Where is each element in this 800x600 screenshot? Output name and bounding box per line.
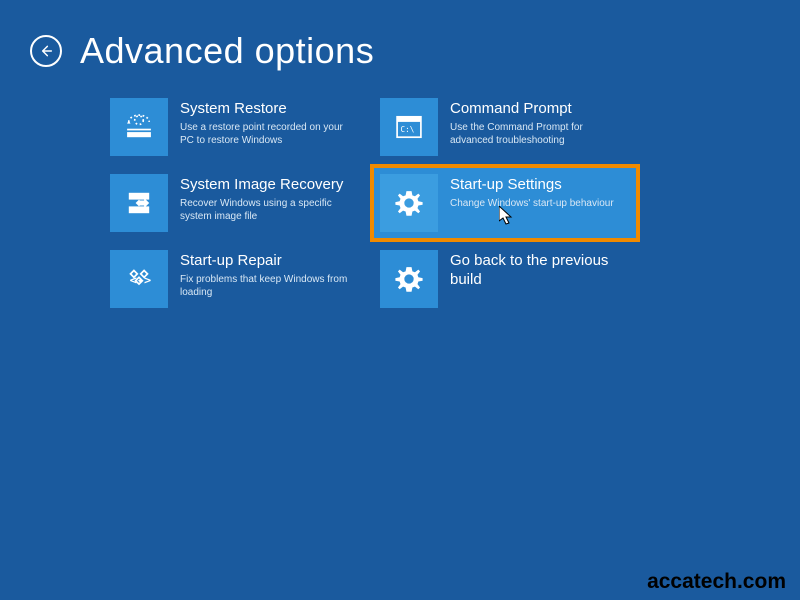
tile-text: System Image Recovery Recover Windows us… xyxy=(180,174,355,238)
startup-settings-icon xyxy=(380,174,438,232)
page-title: Advanced options xyxy=(80,30,374,72)
tile-system-image-recovery[interactable]: System Image Recovery Recover Windows us… xyxy=(110,174,360,238)
back-arrow-icon xyxy=(38,43,54,59)
tile-title: Start-up Settings xyxy=(450,176,614,195)
tile-text: Command Prompt Use the Command Prompt fo… xyxy=(450,98,625,162)
tile-go-back[interactable]: Go back to the previous build xyxy=(380,250,630,314)
tile-text: Start-up Settings Change Windows' start-… xyxy=(450,174,614,232)
go-back-icon xyxy=(380,250,438,308)
startup-repair-icon: <✦> xyxy=(110,250,168,308)
system-restore-icon xyxy=(110,98,168,156)
command-prompt-icon: C:\ xyxy=(380,98,438,156)
tile-title: System Restore xyxy=(180,100,355,119)
watermark: accatech.com xyxy=(647,570,786,594)
header: Advanced options xyxy=(0,0,800,72)
tile-system-restore[interactable]: System Restore Use a restore point recor… xyxy=(110,98,360,162)
tile-text: Go back to the previous build xyxy=(450,250,630,314)
tile-title: System Image Recovery xyxy=(180,176,355,195)
tile-text: Start-up Repair Fix problems that keep W… xyxy=(180,250,355,314)
options-grid: System Restore Use a restore point recor… xyxy=(0,72,800,314)
tile-desc: Use the Command Prompt for advanced trou… xyxy=(450,121,625,147)
tile-command-prompt[interactable]: C:\ Command Prompt Use the Command Promp… xyxy=(380,98,630,162)
svg-text:C:\: C:\ xyxy=(401,125,415,134)
svg-text:<✦>: <✦> xyxy=(130,273,151,287)
tile-title: Go back to the previous build xyxy=(450,252,630,290)
back-button[interactable] xyxy=(30,35,62,67)
tile-title: Start-up Repair xyxy=(180,252,355,271)
tile-text: System Restore Use a restore point recor… xyxy=(180,98,355,162)
tile-desc: Use a restore point recorded on your PC … xyxy=(180,121,355,147)
tile-desc: Recover Windows using a specific system … xyxy=(180,197,355,223)
tile-desc: Fix problems that keep Windows from load… xyxy=(180,273,355,299)
system-image-recovery-icon xyxy=(110,174,168,232)
tile-startup-settings[interactable]: Start-up Settings Change Windows' start-… xyxy=(372,166,638,240)
tile-title: Command Prompt xyxy=(450,100,625,119)
tile-startup-repair[interactable]: <✦> Start-up Repair Fix problems that ke… xyxy=(110,250,360,314)
tile-desc: Change Windows' start-up behaviour xyxy=(450,197,614,210)
